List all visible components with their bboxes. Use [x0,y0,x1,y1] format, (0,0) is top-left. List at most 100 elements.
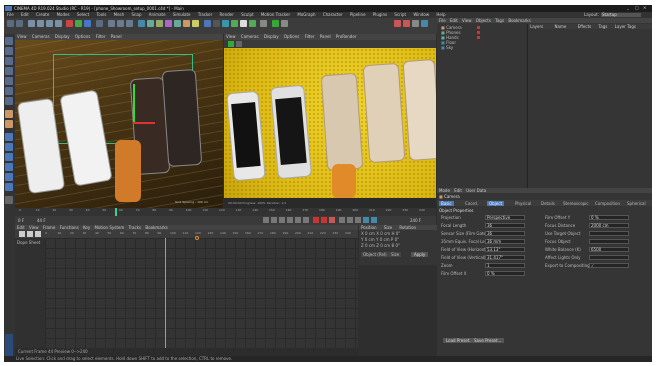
menu-modes[interactable]: Modes [57,12,70,17]
rv-menu-prorender[interactable]: ProRender [336,34,357,39]
polygons-mode-icon[interactable] [5,97,13,105]
vp-menu-cameras[interactable]: Cameras [32,34,50,39]
brush-icon[interactable] [5,163,13,171]
keyframe-marker[interactable] [195,236,199,240]
next-key-icon[interactable] [295,217,301,223]
param-key-icon[interactable] [363,217,369,223]
paint-icon[interactable] [5,183,13,191]
tab-spherical[interactable]: Spherical [625,201,648,206]
tab-stereoscopic[interactable]: Stereoscopic [561,201,591,206]
vp-menu-options[interactable]: Options [75,34,90,39]
attribute-value-field[interactable]: 53.13° [485,247,525,252]
solo-icon[interactable] [240,20,247,27]
menu-snap[interactable]: Snap [131,12,141,17]
edges-mode-icon[interactable] [5,87,13,95]
minimize-button[interactable]: _ [627,6,631,10]
save-preset-button[interactable]: Save Preset... [471,338,505,343]
workplane-lock-icon[interactable] [5,153,13,161]
om-menu-view[interactable]: View [462,18,472,23]
pos-z-field[interactable]: 0 cm [365,243,375,248]
am-menu-user-data[interactable]: User Data [466,188,486,193]
vp-menu-panel[interactable]: Panel [111,34,122,39]
spline-pen-icon[interactable] [147,20,154,27]
tab-composition[interactable]: Composition [593,201,622,206]
om-menu-file[interactable]: File [439,18,446,23]
snapping-icon[interactable] [5,133,13,141]
tweak-mode-icon[interactable] [5,120,13,128]
menu-create[interactable]: Create [36,12,49,17]
model-mode-icon[interactable] [5,47,13,55]
menu-motion-tracker[interactable]: Motion Tracker [261,12,290,17]
render-play-icon[interactable] [228,41,234,47]
record-keys-icon[interactable] [313,217,319,223]
attribute-value-field[interactable] [589,239,629,244]
menu-help[interactable]: Help [436,12,445,17]
rv-menu-cameras[interactable]: Cameras [241,34,259,39]
keyframe-selection-icon[interactable] [412,20,419,27]
play-forward-icon[interactable] [287,217,293,223]
size-x-field[interactable]: 0 cm [380,231,390,236]
render-picture-viewer-icon[interactable] [117,20,124,27]
layout-dropdown[interactable]: Startup [601,13,641,17]
ds-tool-icon[interactable] [35,231,41,237]
om-menu-objects[interactable]: Objects [476,18,491,23]
attribute-value-field[interactable]: 31.417° [485,255,525,260]
undo-icon[interactable] [7,20,14,27]
menu-file[interactable]: File [7,12,14,17]
quantize-icon[interactable] [5,143,13,151]
snap-icon[interactable] [231,20,238,27]
current-frame-field[interactable]: 44 F [37,218,46,223]
menu-plugins[interactable]: Plugins [373,12,387,17]
dope-sheet-playhead[interactable] [165,238,166,348]
attribute-value-field[interactable]: 36 [485,223,525,228]
menu-mesh[interactable]: Mesh [114,12,125,17]
pos-x-field[interactable]: 0 cm [365,231,375,236]
attribute-value-field[interactable]: 6500 [589,247,629,252]
rv-menu-view[interactable]: View [226,34,236,39]
menu-animate[interactable]: Animate [149,12,166,17]
z-axis-icon[interactable] [84,20,91,27]
rv-menu-display[interactable]: Display [264,34,279,39]
viewport-perspective[interactable]: View Cameras Display Options Filter Pane… [15,34,223,208]
menu-pipeline[interactable]: Pipeline [350,12,366,17]
scale-key-icon[interactable] [347,217,353,223]
prev-key-icon[interactable] [271,217,277,223]
points-mode-icon[interactable] [5,77,13,85]
position-key-icon[interactable] [339,217,345,223]
lock-workplane-icon[interactable] [249,20,256,27]
am-menu-mode[interactable]: Mode [439,188,450,193]
timeline-icon[interactable] [421,20,428,27]
tag-icon[interactable] [477,26,480,29]
menu-edit[interactable]: Edit [21,12,29,17]
attribute-value-field[interactable]: Perspective [485,215,525,220]
ds-tool-icon[interactable] [19,231,25,237]
size-dropdown[interactable]: Size [389,252,402,257]
generator-icon[interactable] [156,20,163,27]
menu-window[interactable]: Window [413,12,429,17]
menu-tracker[interactable]: Tracker [198,12,212,17]
enable-axis-icon[interactable] [5,110,13,118]
python-icon[interactable] [272,20,279,27]
x-axis-handle[interactable] [133,122,155,124]
tab-physical[interactable]: Physical [513,201,533,206]
tag-icon[interactable] [477,31,480,34]
object-row[interactable]: ■ Sky [441,45,453,50]
rot-p-field[interactable]: 0° [395,237,400,242]
render-stop-icon[interactable] [236,41,242,47]
attribute-value-field[interactable]: 0 % [589,215,629,220]
tab-coord[interactable]: Coord. [463,201,480,206]
menu-sculpt[interactable]: Sculpt [241,12,254,17]
goto-end-icon[interactable] [303,217,309,223]
sculpt-icon[interactable] [5,173,13,181]
om-menu-edit[interactable]: Edit [450,18,458,23]
menu-select[interactable]: Select [77,12,89,17]
y-axis-handle[interactable] [133,84,135,124]
vp-menu-view[interactable]: View [17,34,27,39]
parametric-icon[interactable] [5,196,13,204]
size-y-field[interactable]: 0 cm [380,237,390,242]
vp-menu-display[interactable]: Display [55,34,70,39]
scene-icon[interactable] [174,20,181,27]
workplane-mode-icon[interactable] [5,67,13,75]
live-selection-icon[interactable] [28,20,35,27]
apply-button[interactable]: Apply [411,252,429,257]
